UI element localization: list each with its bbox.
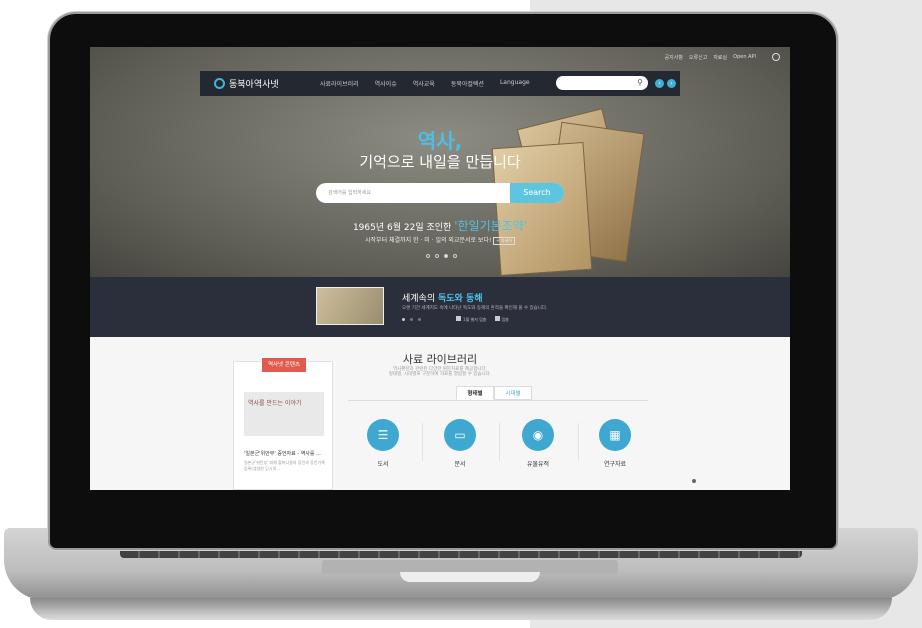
banner-dot[interactable] <box>418 318 421 321</box>
banner-title-prefix: 세계속의 <box>402 294 436 304</box>
category-divider <box>422 423 423 461</box>
menu-item-language[interactable]: Language <box>500 79 530 88</box>
banner-stop-label: 멈춤 <box>501 317 509 322</box>
tab-by-type[interactable]: 형태별 <box>456 386 494 400</box>
content-section: 역사넷 콘텐츠 역사를 만드는 이야기 '일본군'위안부' 증언자료 - 역사를… <box>90 337 790 490</box>
utility-link-open-api[interactable]: Open API <box>733 54 756 61</box>
banner-title[interactable]: 세계속의 독도와 동해 <box>402 291 483 304</box>
category-label: 연구자료 <box>603 461 627 468</box>
banner-dot-active[interactable] <box>402 318 405 321</box>
card-thumbnail[interactable]: 역사를 만드는 이야기 <box>244 392 324 436</box>
menu-item-education[interactable]: 역사교육 <box>413 79 435 88</box>
library-title: 사료 라이브러리 <box>402 353 478 366</box>
category-documents[interactable]: ▭ 문서 <box>430 419 490 468</box>
stop-icon <box>494 316 500 321</box>
checkbox-icon <box>456 316 461 321</box>
hero-section: 공지사항 오류신고 자료실 Open API 동북아역사넷 사료라이브러리 역사… <box>90 47 790 277</box>
card-title[interactable]: '일본군'위안부' 증언자료 - 역사를 ... <box>244 450 321 457</box>
menu-item-library[interactable]: 사료라이브러리 <box>320 79 359 88</box>
logo-icon <box>214 78 225 89</box>
tab-divider <box>348 400 648 401</box>
main-menu: 사료라이브러리 역사이슈 역사교육 동북아컬렉션 Language <box>320 79 530 88</box>
content-card[interactable]: 역사넷 콘텐츠 역사를 만드는 이야기 '일본군'위안부' 증언자료 - 역사를… <box>233 358 333 490</box>
slide-dot[interactable] <box>453 254 457 258</box>
feature-prefix: 1965년 6월 22일 조인한 <box>352 223 452 233</box>
feature-desc-text: 시작부터 체결까지 한 · 미 · 일의 외교문서로 보다! <box>365 237 492 244</box>
books-icon: ☰ <box>367 419 399 451</box>
site-name: 동북아역사넷 <box>229 80 279 90</box>
slide-dot-active[interactable] <box>444 254 448 258</box>
prev-icon[interactable]: ‹ <box>655 79 664 88</box>
laptop-notch <box>400 572 540 582</box>
library-tabs: 형태별 시대별 <box>456 386 532 400</box>
search-button[interactable]: Search <box>510 183 564 203</box>
banner-play-label: 1월 별저 멈춤 <box>463 317 487 322</box>
feature-description: 시작부터 체결까지 한 · 미 · 일의 외교문서로 보다! + 자세히 <box>90 235 790 245</box>
library-desc-line2: 형태별, 시대별로 구분하여 자료를 열람할 수 있습니다. <box>388 372 492 377</box>
hero-title: 역사, <box>417 129 463 153</box>
category-research[interactable]: ▦ 연구자료 <box>585 419 645 468</box>
utility-link-report[interactable]: 오류신고 <box>689 54 707 61</box>
top-nav-bar: 동북아역사넷 사료라이브러리 역사이슈 역사교육 동북아컬렉션 Language… <box>200 71 680 96</box>
document-icon: ▭ <box>444 419 476 451</box>
utility-link-archive[interactable]: 자료실 <box>713 54 727 61</box>
card-description: 일본군'위안부' 피해 할머니들의 증언과 증언기록 등록(생생한 당시의... <box>244 460 325 471</box>
top-search-input[interactable]: ⚲ <box>556 76 648 90</box>
menu-item-collection[interactable]: 동북아컬렉션 <box>451 79 484 88</box>
feature-headline: 1965년 6월 22일 조인한 '한일기본조약' <box>90 217 790 234</box>
site-logo[interactable]: 동북아역사넷 <box>214 77 279 90</box>
search-icon[interactable]: ⚲ <box>637 78 643 87</box>
map-thumbnail[interactable] <box>316 287 384 325</box>
utility-link-notice[interactable]: 공지사항 <box>665 54 683 61</box>
scroll-indicator[interactable] <box>692 479 696 483</box>
feature-highlight: '한일기본조약' <box>454 219 528 233</box>
banner-dot[interactable] <box>410 318 413 321</box>
banner-description: 오랜 기간 세계지도 속에 나타난 독도와 동해의 흔적을 확인해 볼 수 있습… <box>402 306 548 311</box>
feature-more-button[interactable]: + 자세히 <box>493 237 515 245</box>
tab-by-era[interactable]: 시대별 <box>494 386 532 400</box>
banner-dots <box>402 318 421 321</box>
research-icon: ▦ <box>599 419 631 451</box>
slide-dot[interactable] <box>426 254 430 258</box>
main-search-input[interactable]: 검색어를 입력하세요 <box>328 189 371 196</box>
dokdo-banner: 세계속의 독도와 동해 오랜 기간 세계지도 속에 나타난 독도와 동해의 흔적… <box>90 277 790 337</box>
menu-item-issues[interactable]: 역사이슈 <box>375 79 397 88</box>
main-search-bar: 검색어를 입력하세요 Search <box>316 183 564 203</box>
hero-slide-dots <box>426 254 457 258</box>
category-books[interactable]: ☰ 도서 <box>353 419 413 468</box>
category-divider <box>578 423 579 461</box>
category-label: 도서 <box>377 461 389 468</box>
artifact-icon: ◉ <box>522 419 554 451</box>
category-artifacts[interactable]: ◉ 유물유적 <box>508 419 568 468</box>
library-description: 역사편찬과 관련된 다양한 원문자료를 제공합니다. 형태별, 시대별로 구분하… <box>90 367 790 377</box>
next-icon[interactable]: › <box>667 79 676 88</box>
banner-stop-control[interactable]: 멈춤 <box>494 316 509 323</box>
utility-links: 공지사항 오류신고 자료실 Open API <box>665 54 756 61</box>
globe-icon[interactable] <box>772 53 780 61</box>
category-label: 유물유적 <box>526 461 550 468</box>
laptop-screen: 공지사항 오류신고 자료실 Open API 동북아역사넷 사료라이브러리 역사… <box>90 47 790 490</box>
slide-dot[interactable] <box>435 254 439 258</box>
banner-title-highlight: 독도와 동해 <box>438 294 483 304</box>
banner-play-control[interactable]: 1월 별저 멈춤 <box>456 316 487 323</box>
banner-controls: 1월 별저 멈춤 멈춤 <box>456 316 509 323</box>
hero-subtitle: 기억으로 내일을 만듭니다 <box>359 153 521 171</box>
card-thumb-text: 역사를 만드는 이야기 <box>248 400 302 407</box>
category-divider <box>499 423 500 461</box>
category-label: 문서 <box>454 461 466 468</box>
laptop-foot <box>30 598 892 620</box>
